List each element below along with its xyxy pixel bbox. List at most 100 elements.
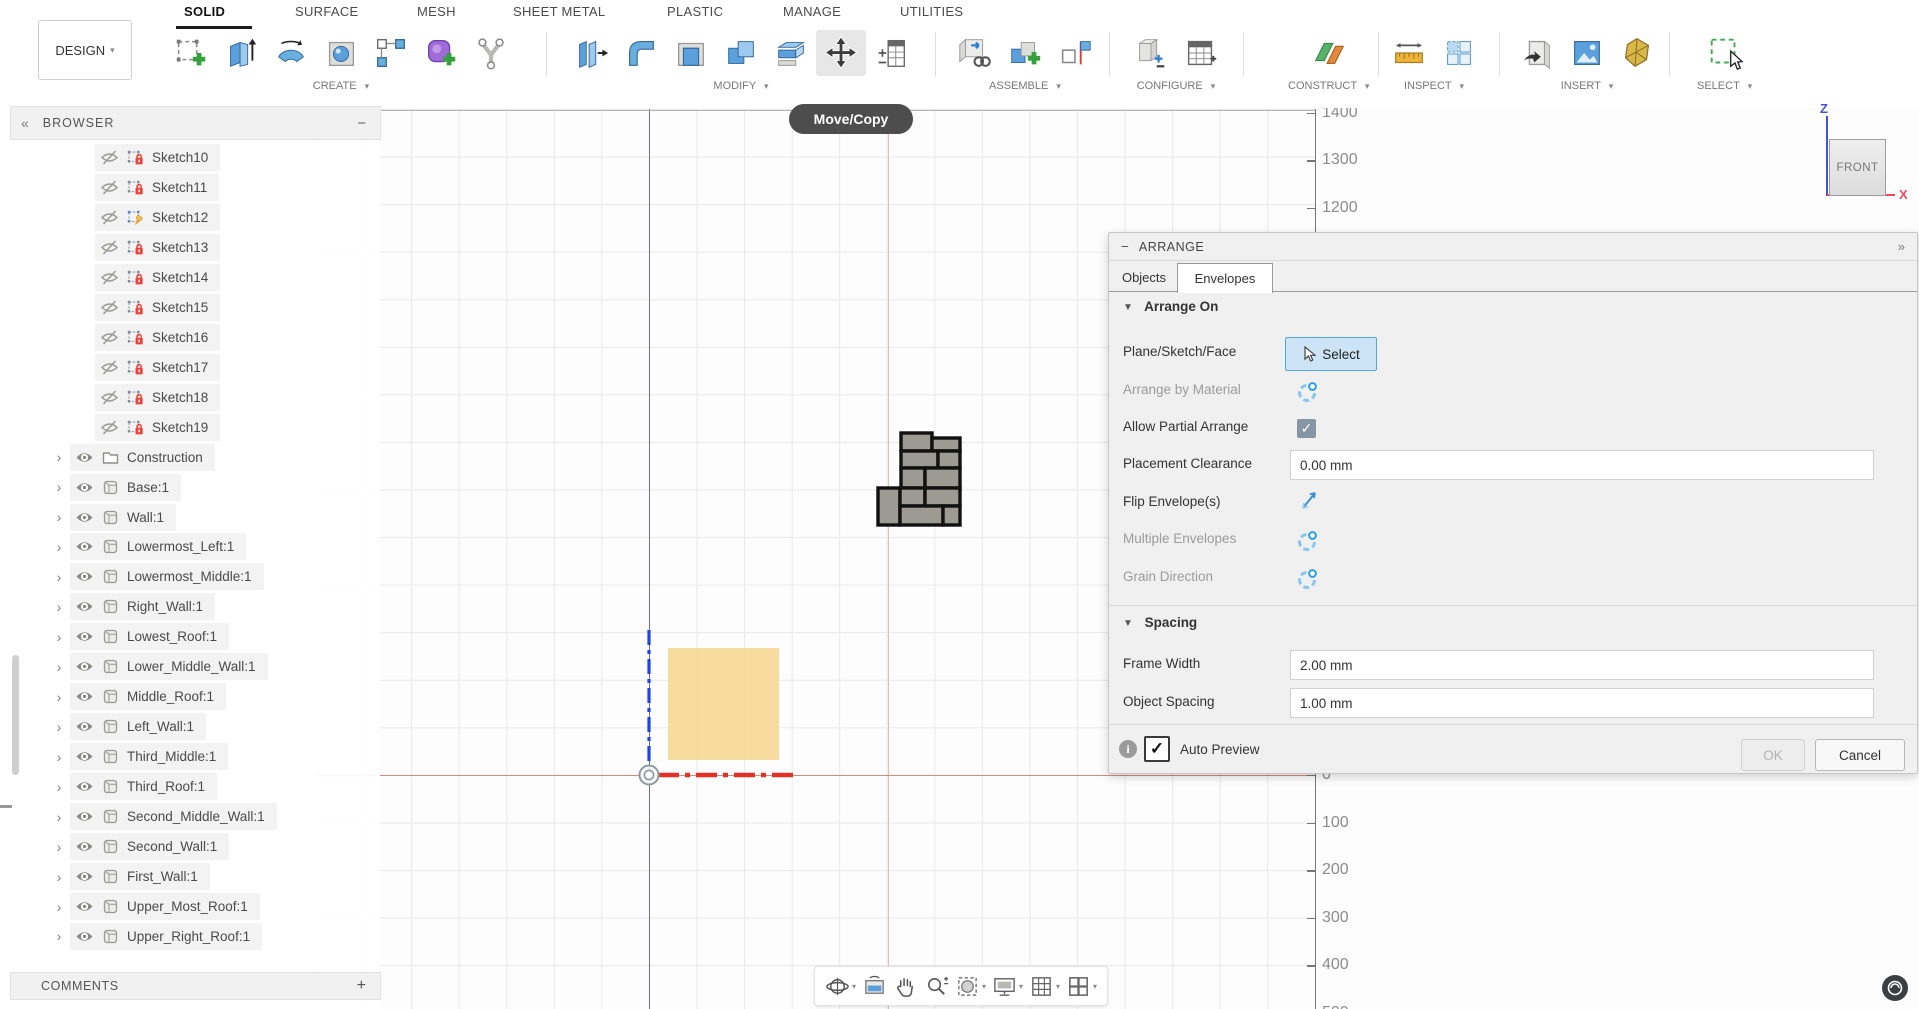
split-body-icon[interactable]	[766, 30, 816, 76]
placement-clearance-input[interactable]	[1290, 450, 1874, 480]
browser-item-sketch19[interactable]: Sketch19	[95, 413, 221, 441]
browser-item-base-1[interactable]: Base:1	[70, 473, 182, 501]
browser-item-upper-right-roof-1[interactable]: Upper_Right_Roof:1	[70, 922, 263, 950]
look-at-icon[interactable]	[860, 974, 889, 999]
section-analysis-icon[interactable]	[1434, 30, 1484, 76]
browser-item-third-middle-1[interactable]: Third_Middle:1	[70, 743, 229, 771]
expand-arrow-icon[interactable]: ›	[48, 809, 70, 825]
browser-item-sketch13[interactable]: Sketch13	[95, 233, 221, 261]
browser-scrollbar[interactable]	[12, 655, 19, 775]
configuration-table-icon[interactable]	[1176, 30, 1226, 76]
insert-mesh-icon[interactable]	[1612, 30, 1662, 76]
eye-off-icon[interactable]	[100, 238, 119, 257]
revolve-icon[interactable]	[266, 30, 316, 76]
eye-off-icon[interactable]	[100, 208, 119, 227]
insert-canvas-icon[interactable]	[1562, 30, 1612, 76]
minus-icon[interactable]: −	[357, 115, 366, 132]
shell-icon[interactable]	[666, 30, 716, 76]
eye-icon[interactable]	[75, 717, 94, 736]
browser-item-sketch12[interactable]: Sketch12	[95, 203, 221, 231]
eye-icon[interactable]	[75, 627, 94, 646]
offset-plane-icon[interactable]	[1304, 30, 1354, 76]
design-menu-button[interactable]: DESIGN ▾	[38, 20, 132, 80]
eye-icon[interactable]	[75, 657, 94, 676]
object-spacing-input[interactable]	[1290, 688, 1874, 718]
eye-off-icon[interactable]	[100, 328, 119, 347]
browser-item-left-wall-1[interactable]: Left_Wall:1	[70, 713, 207, 741]
browser-item-sketch15[interactable]: Sketch15	[95, 293, 221, 321]
expand-arrow-icon[interactable]: ›	[48, 479, 70, 495]
comments-bar[interactable]: COMMENTS +	[10, 972, 381, 1000]
tab-mesh[interactable]: MESH	[417, 4, 456, 19]
plus-icon[interactable]: +	[357, 977, 366, 995]
fillet-icon[interactable]	[616, 30, 666, 76]
create-form-icon[interactable]	[416, 30, 466, 76]
selection-toggle-icon[interactable]	[1296, 529, 1320, 553]
chevron-down-icon[interactable]: ▾	[852, 982, 856, 991]
expand-arrow-icon[interactable]: ›	[48, 719, 70, 735]
expand-arrow-icon[interactable]: ›	[48, 509, 70, 525]
orbit-icon[interactable]: ▾	[823, 974, 858, 999]
pattern-icon[interactable]	[366, 30, 416, 76]
eye-icon[interactable]	[75, 867, 94, 886]
cancel-button[interactable]: Cancel	[1815, 739, 1905, 771]
extrude-icon[interactable]	[216, 30, 266, 76]
grid-display-icon[interactable]: ▾	[1027, 974, 1062, 999]
eye-icon[interactable]	[75, 508, 94, 527]
group-label-modify[interactable]: MODIFY ▾	[713, 80, 768, 92]
zoom-icon[interactable]	[922, 974, 951, 999]
group-label-create[interactable]: CREATE ▾	[313, 80, 369, 92]
expand-arrow-icon[interactable]: ›	[48, 928, 70, 944]
joint-icon[interactable]	[1000, 30, 1050, 76]
flip-envelopes-icon[interactable]	[1297, 489, 1321, 513]
tab-objects[interactable]: Objects	[1111, 263, 1177, 292]
browser-item-first-wall-1[interactable]: First_Wall:1	[70, 863, 210, 891]
sweep-icon[interactable]	[316, 30, 366, 76]
group-label-insert[interactable]: INSERT ▾	[1561, 80, 1614, 92]
eye-off-icon[interactable]	[100, 358, 119, 377]
eye-icon[interactable]	[75, 537, 94, 556]
selection-toggle-icon[interactable]	[1296, 380, 1320, 404]
chevrons-left-icon[interactable]: «	[21, 115, 29, 131]
chevron-down-icon[interactable]: ▾	[1056, 982, 1060, 991]
chevron-down-icon[interactable]: ▾	[982, 982, 986, 991]
pan-icon[interactable]	[891, 974, 920, 999]
browser-item-sketch18[interactable]: Sketch18	[95, 383, 221, 411]
section-spacing[interactable]: ▼ Spacing	[1123, 615, 1197, 630]
change-parameters-icon[interactable]	[866, 30, 916, 76]
collapse-icon[interactable]: −	[1121, 239, 1129, 254]
expand-arrow-icon[interactable]: ›	[48, 599, 70, 615]
selection-toggle-icon[interactable]	[1296, 567, 1320, 591]
chevron-down-icon[interactable]: ▾	[1093, 982, 1097, 991]
tab-solid[interactable]: SOLID	[184, 4, 225, 19]
tab-manage[interactable]: MANAGE	[783, 4, 841, 19]
measure-icon[interactable]	[1384, 30, 1434, 76]
browser-item-second-middle-wall-1[interactable]: Second_Middle_Wall:1	[70, 803, 277, 831]
browser-header[interactable]: « BROWSER −	[10, 106, 381, 140]
expand-arrow-icon[interactable]: ›	[48, 629, 70, 645]
brick-wall-body[interactable]	[872, 423, 966, 531]
eye-icon[interactable]	[75, 597, 94, 616]
group-label-construct[interactable]: CONSTRUCT ▾	[1288, 80, 1369, 92]
expand-arrow-icon[interactable]: ›	[48, 569, 70, 585]
eye-off-icon[interactable]	[100, 148, 119, 167]
selection-window-icon[interactable]	[1700, 30, 1750, 76]
eye-icon[interactable]	[75, 837, 94, 856]
eye-off-icon[interactable]	[100, 268, 119, 287]
eye-icon[interactable]	[75, 567, 94, 586]
rigid-group-icon[interactable]	[1050, 30, 1100, 76]
auto-preview-checkbox[interactable]: ✓	[1144, 736, 1170, 762]
create-sketch-icon[interactable]	[166, 30, 216, 76]
tab-surface[interactable]: SURFACE	[295, 4, 359, 19]
viewports-icon[interactable]: ▾	[1064, 974, 1099, 999]
ok-button[interactable]: OK	[1741, 739, 1805, 771]
viewcube-front-face[interactable]: FRONT	[1829, 139, 1886, 196]
browser-item-construction[interactable]: Construction	[70, 443, 215, 471]
browser-item-third-roof-1[interactable]: Third_Roof:1	[70, 773, 218, 801]
group-label-inspect[interactable]: INSPECT ▾	[1404, 80, 1464, 92]
fit-icon[interactable]: ▾	[953, 974, 988, 999]
browser-item-second-wall-1[interactable]: Second_Wall:1	[70, 833, 230, 861]
eye-icon[interactable]	[75, 448, 94, 467]
group-label-select[interactable]: SELECT ▾	[1697, 80, 1752, 92]
browser-item-lowermost-middle-1[interactable]: Lowermost_Middle:1	[70, 563, 264, 591]
